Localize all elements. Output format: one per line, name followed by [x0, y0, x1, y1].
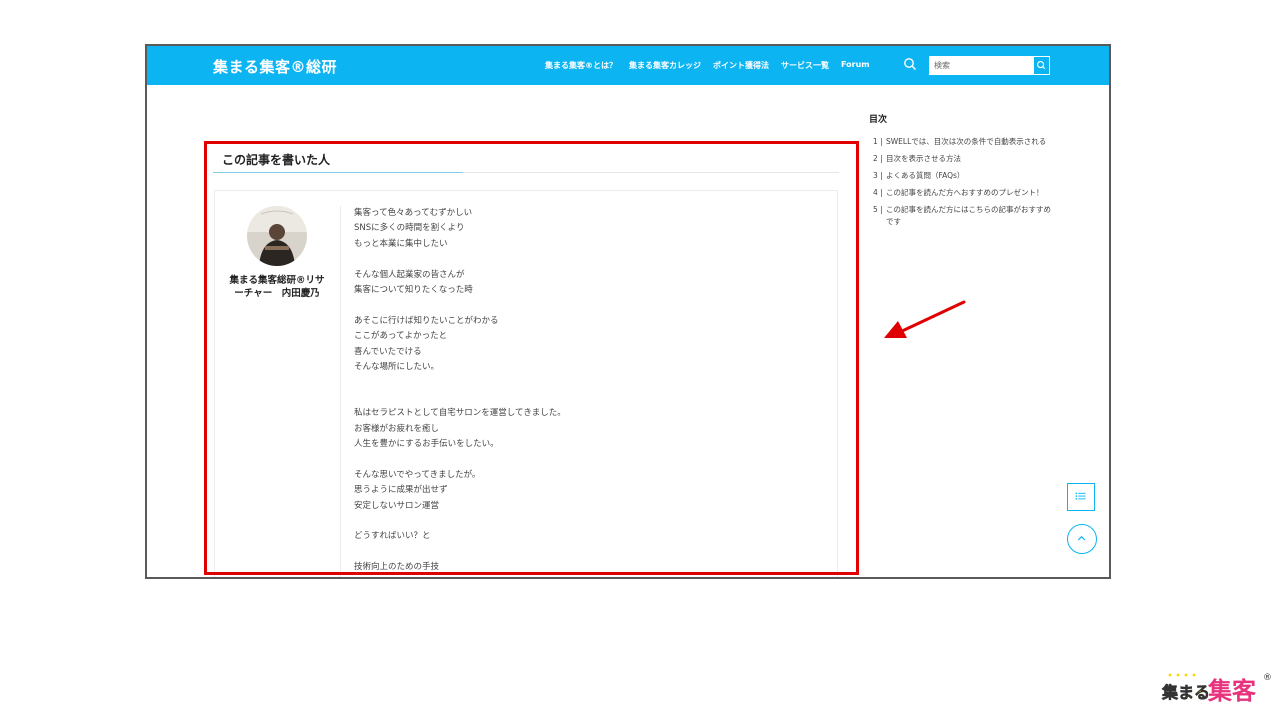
svg-text:集客: 集客 — [1207, 677, 1257, 705]
toc-list: 1 | SWELLでは、目次は次の条件で自動表示される 2 | 目次を表示させる方法 3… — [873, 136, 1053, 233]
main-nav: 集まる集客®とは？ 集まる集客カレッジ ポイント獲得法 サービス一覧 Forum — [545, 60, 870, 71]
search-input[interactable] — [929, 56, 1049, 75]
list-icon — [1075, 492, 1086, 500]
toc-item-label: 目次を表示させる方法 — [886, 154, 961, 163]
toc-item-number: 1 | — [873, 137, 883, 146]
nav-item-college[interactable]: 集まる集客カレッジ — [629, 60, 701, 71]
nav-item-services[interactable]: サービス一覧 — [781, 60, 829, 71]
nav-item-about[interactable]: 集まる集客®とは？ — [545, 60, 617, 71]
toc-item[interactable]: 5 | この記事を読んだ方にはこちらの記事がおすすめです — [873, 204, 1053, 228]
toc-item-label: この記事を読んだ方へおすすめのプレゼント！ — [886, 188, 1044, 197]
brand-logo: 集まる 集客 ® — [1161, 673, 1272, 706]
toc-item[interactable]: 3 | よくある質問（FAQs） — [873, 170, 1053, 182]
toc-item-label: SWELLでは、目次は次の条件で自動表示される — [886, 137, 1047, 146]
site-brand[interactable]: 集まる集客®総研 — [213, 56, 337, 77]
red-arrow-icon — [884, 300, 966, 338]
toc-item[interactable]: 2 | 目次を表示させる方法 — [873, 153, 1053, 165]
site-header: 集まる集客®総研 集まる集客®とは？ 集まる集客カレッジ ポイント獲得法 サービ… — [147, 46, 1109, 85]
toc-title: 目次 — [869, 115, 888, 125]
toc-item[interactable]: 4 | この記事を読んだ方へおすすめのプレゼント！ — [873, 187, 1053, 199]
svg-text:®: ® — [1263, 673, 1272, 683]
highlight-box — [204, 141, 859, 575]
nav-item-points[interactable]: ポイント獲得法 — [713, 60, 769, 71]
toc-item-label: よくある質問（FAQs） — [886, 171, 965, 180]
toc-item-number: 4 | — [873, 188, 883, 197]
toc-item-number: 5 | — [873, 205, 883, 214]
search-submit-button[interactable] — [1033, 56, 1050, 75]
back-to-top-button[interactable] — [1067, 524, 1097, 554]
search-icon[interactable] — [903, 57, 917, 71]
svg-text:集まる: 集まる — [1161, 683, 1210, 702]
toc-item-number: 2 | — [873, 154, 883, 163]
chevron-up-icon — [1077, 535, 1086, 541]
toc-toggle-button[interactable] — [1067, 483, 1095, 511]
nav-item-forum[interactable]: Forum — [841, 60, 870, 71]
toc-item[interactable]: 1 | SWELLでは、目次は次の条件で自動表示される — [873, 136, 1053, 148]
toc-item-number: 3 | — [873, 171, 883, 180]
toc-item-label: この記事を読んだ方にはこちらの記事がおすすめです — [886, 205, 1051, 226]
search-icon — [1036, 61, 1046, 70]
